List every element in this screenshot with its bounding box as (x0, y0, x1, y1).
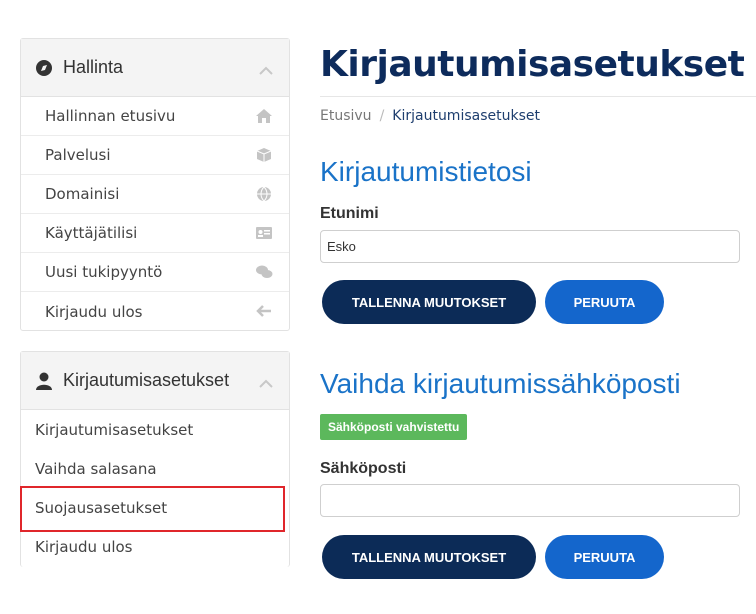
home-icon (255, 108, 273, 124)
login-info-heading: Kirjautumistietosi (320, 156, 532, 187)
sidebar-item-label: Käyttäjätilisi (45, 224, 138, 242)
save-email-button[interactable]: TALLENNA MUUTOKSET (322, 535, 536, 579)
title-divider (320, 96, 756, 97)
sidebar-item-label: Kirjaudu ulos (35, 537, 133, 556)
email-verified-badge: Sähköposti vahvistettu (320, 414, 468, 440)
sidebar-item-change-password[interactable]: Vaihda salasana (21, 449, 289, 488)
chevron-up-icon[interactable] (259, 374, 273, 393)
cube-icon (255, 147, 273, 163)
chevron-up-icon[interactable] (259, 61, 273, 80)
email-field[interactable] (320, 484, 740, 517)
cancel-button[interactable]: PERUUTA (545, 280, 664, 324)
sidebar-item-label: Vaihda salasana (35, 459, 157, 478)
sidebar-item-login-settings[interactable]: Kirjautumisasetukset (21, 410, 289, 449)
selection-highlight (20, 486, 285, 532)
email-label: Sähköposti (320, 460, 407, 477)
cancel-email-button[interactable]: PERUUTA (545, 535, 664, 579)
email-change-heading: Vaihda kirjautumissähköposti (320, 368, 681, 399)
breadcrumb-separator: / (379, 108, 385, 124)
save-button[interactable]: TALLENNA MUUTOKSET (322, 280, 536, 324)
sidebar-item-logout[interactable]: Kirjaudu ulos (21, 292, 289, 331)
dashboard-icon (35, 59, 53, 77)
admin-panel-title: Hallinta (63, 57, 124, 77)
admin-panel-header[interactable]: Hallinta (21, 39, 289, 97)
sidebar-item-label: Hallinnan etusivu (45, 107, 176, 125)
globe-icon (255, 186, 273, 202)
breadcrumb-home-link[interactable]: Etusivu (320, 108, 372, 124)
first-name-field[interactable]: Esko (320, 230, 740, 263)
breadcrumb: Etusivu / Kirjautumisasetukset (320, 108, 540, 124)
arrow-left-icon (255, 303, 273, 319)
sidebar-item-label: Uusi tukipyyntö (45, 263, 163, 281)
sidebar-item-domains[interactable]: Domainisi (21, 175, 289, 214)
first-name-label: Etunimi (320, 205, 379, 222)
login-settings-panel-title: Kirjautumisasetukset (63, 370, 230, 390)
sidebar-item-label: Domainisi (45, 185, 120, 203)
sidebar-item-services[interactable]: Palvelusi (21, 136, 289, 175)
page-title: Kirjautumisasetukset (320, 44, 745, 85)
sidebar-item-label: Kirjaudu ulos (45, 302, 143, 321)
breadcrumb-current: Kirjautumisasetukset (392, 108, 540, 124)
login-settings-panel-header[interactable]: Kirjautumisasetukset (21, 352, 289, 410)
sidebar-item-new-ticket[interactable]: Uusi tukipyyntö (21, 253, 289, 292)
sidebar-item-dashboard[interactable]: Hallinnan etusivu (21, 97, 289, 136)
sidebar-item-label: Kirjautumisasetukset (35, 420, 194, 439)
user-icon (35, 371, 53, 391)
id-card-icon (255, 225, 273, 241)
sidebar-item-label: Palvelusi (45, 146, 111, 164)
login-settings-panel: Kirjautumisasetukset Kirjautumisasetukse… (20, 351, 290, 567)
sidebar-item-account[interactable]: Käyttäjätilisi (21, 214, 289, 253)
chat-icon (255, 264, 273, 280)
sidebar-item-logout-2[interactable]: Kirjaudu ulos (21, 527, 289, 566)
admin-panel: Hallinta Hallinnan etusivu Palvelusi Dom… (20, 38, 290, 331)
